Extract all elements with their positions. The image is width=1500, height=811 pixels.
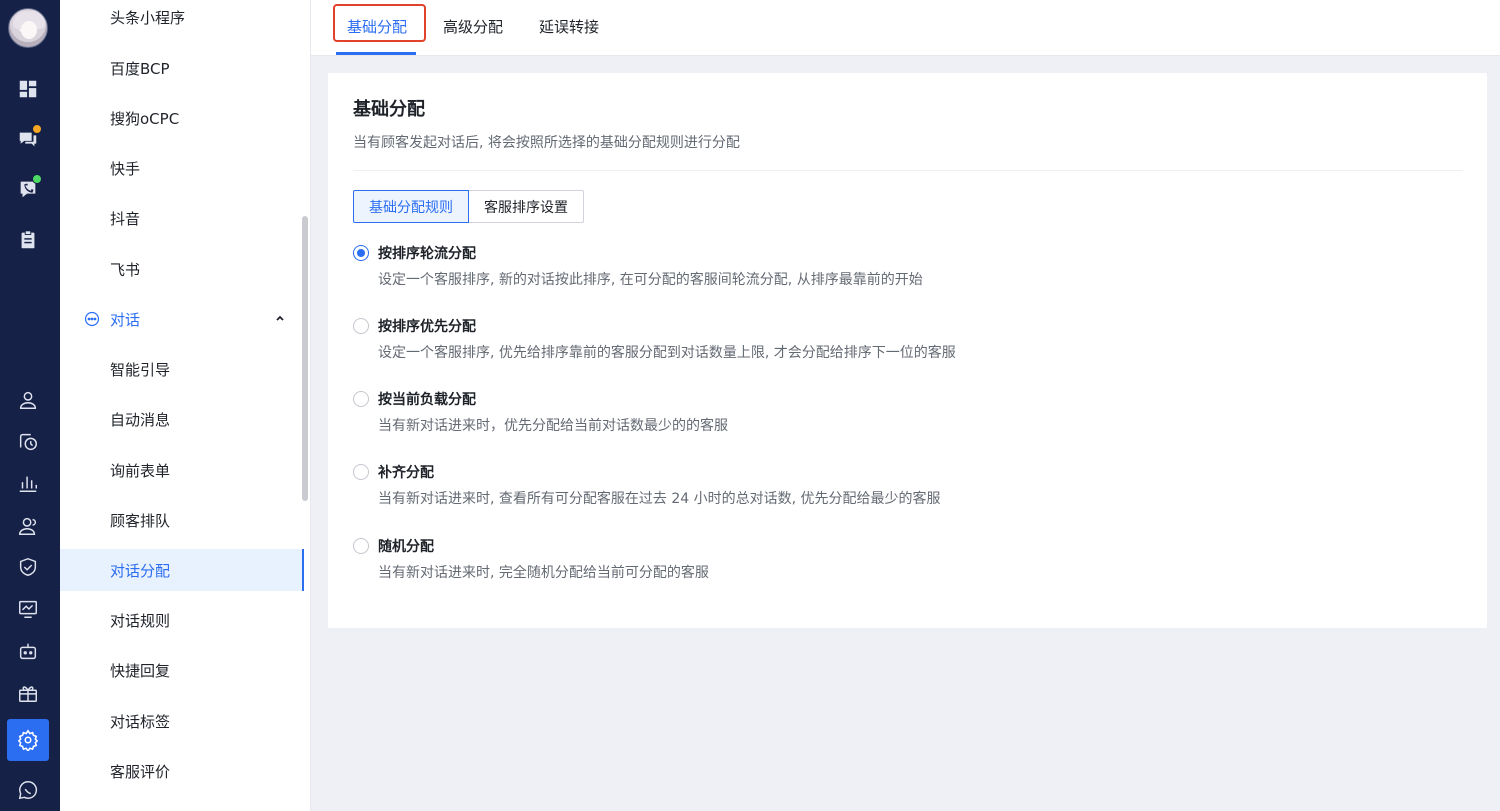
- option-label: 按当前负载分配: [378, 392, 476, 408]
- sidebar-item-smart-guide[interactable]: 智能引导: [60, 348, 304, 390]
- option-description: 当有新对话进来时，优先分配给当前对话数最少的的客服: [378, 418, 728, 434]
- bar-chart-icon[interactable]: [16, 471, 40, 495]
- sidebar-item-feishu[interactable]: 飞书: [60, 248, 304, 290]
- option-label: 随机分配: [378, 539, 434, 555]
- robot-icon[interactable]: [16, 639, 40, 663]
- sidebar-item-toutiao[interactable]: 头条小程序: [60, 0, 304, 38]
- page-title: 基础分配: [353, 99, 425, 120]
- online-badge: [32, 174, 42, 184]
- monitor-icon[interactable]: [16, 597, 40, 621]
- user-icon[interactable]: [16, 388, 40, 412]
- clipboard-icon[interactable]: [16, 228, 40, 252]
- option-label: 按排序轮流分配: [378, 246, 476, 262]
- chat-icon[interactable]: [16, 124, 42, 151]
- sidebar-item-baidu-bcp[interactable]: 百度BCP: [60, 47, 304, 89]
- sidebar-item-pre-chat-form[interactable]: 询前表单: [60, 449, 304, 491]
- page-description: 当有顾客发起对话后, 将会按照所选择的基础分配规则进行分配: [353, 135, 740, 151]
- segment-agent-order[interactable]: 客服排序设置: [469, 190, 584, 223]
- sidebar-item-auto-message[interactable]: 自动消息: [60, 398, 304, 440]
- shield-icon[interactable]: [16, 555, 40, 579]
- sidebar-scrollbar[interactable]: [302, 216, 308, 501]
- notification-badge: [32, 124, 42, 134]
- users-icon[interactable]: [16, 514, 40, 538]
- sidebar-item-conversation-tags[interactable]: 对话标签: [60, 700, 304, 742]
- divider: [353, 170, 1463, 171]
- option-label: 补齐分配: [378, 465, 434, 481]
- tab-advanced-assignment[interactable]: 高级分配: [443, 0, 503, 53]
- option-description: 设定一个客服排序, 新的对话按此排序, 在可分配的客服间轮流分配, 从排序最靠前…: [378, 272, 923, 288]
- phone-icon[interactable]: [16, 174, 42, 201]
- sidebar-item-conversation-rules[interactable]: 对话规则: [60, 599, 304, 641]
- active-tab-underline: [336, 52, 416, 55]
- sidebar-item-customer-queue[interactable]: 顾客排队: [60, 499, 304, 541]
- settings-icon[interactable]: [16, 728, 40, 752]
- option-description: 当有新对话进来时, 完全随机分配给当前可分配的客服: [378, 565, 709, 581]
- sidebar-item-douyin[interactable]: 抖音: [60, 197, 304, 239]
- message-icon[interactable]: [16, 778, 40, 802]
- history-icon[interactable]: [16, 430, 40, 454]
- radio-button[interactable]: [353, 464, 369, 480]
- radio-button[interactable]: [353, 245, 369, 261]
- icon-rail: [0, 0, 60, 811]
- option-description: 当有新对话进来时, 查看所有可分配客服在过去 24 小时的总对话数, 优先分配给…: [378, 491, 941, 507]
- gift-icon[interactable]: [16, 681, 40, 705]
- chevron-up-icon[interactable]: [274, 312, 286, 324]
- tab-basic-assignment[interactable]: 基础分配: [347, 0, 407, 53]
- sidebar-item-conversation-assignment[interactable]: 对话分配: [60, 549, 304, 591]
- settings-sidebar: 头条小程序 百度BCP 搜狗oCPC 快手 抖音 飞书 对话 智能引导 自动消息…: [60, 0, 311, 811]
- sidebar-group-conversation[interactable]: 对话: [60, 298, 304, 340]
- sidebar-item-sogou-ocpc[interactable]: 搜狗oCPC: [60, 97, 304, 139]
- tab-bar: 基础分配 高级分配 延误转接: [311, 0, 1500, 56]
- sidebar-group-label: 对话: [110, 310, 141, 329]
- dashboard-icon[interactable]: [16, 77, 40, 101]
- sidebar-item-agent-rating[interactable]: 客服评价: [60, 750, 304, 792]
- avatar[interactable]: [8, 8, 48, 48]
- radio-button[interactable]: [353, 391, 369, 407]
- segmented-control: 基础分配规则 客服排序设置: [353, 190, 584, 223]
- chat-bubble-icon: [84, 311, 100, 327]
- sidebar-item-quick-reply[interactable]: 快捷回复: [60, 649, 304, 691]
- segment-basic-rules[interactable]: 基础分配规则: [353, 190, 469, 223]
- radio-button[interactable]: [353, 538, 369, 554]
- radio-button[interactable]: [353, 318, 369, 334]
- option-label: 按排序优先分配: [378, 319, 476, 335]
- assignment-card: 基础分配 当有顾客发起对话后, 将会按照所选择的基础分配规则进行分配 基础分配规…: [328, 73, 1487, 628]
- sidebar-item-kuaishou[interactable]: 快手: [60, 147, 304, 189]
- option-description: 设定一个客服排序, 优先给排序靠前的客服分配到对话数量上限, 才会分配给排序下一…: [378, 345, 956, 361]
- tab-delay-transfer[interactable]: 延误转接: [539, 0, 599, 53]
